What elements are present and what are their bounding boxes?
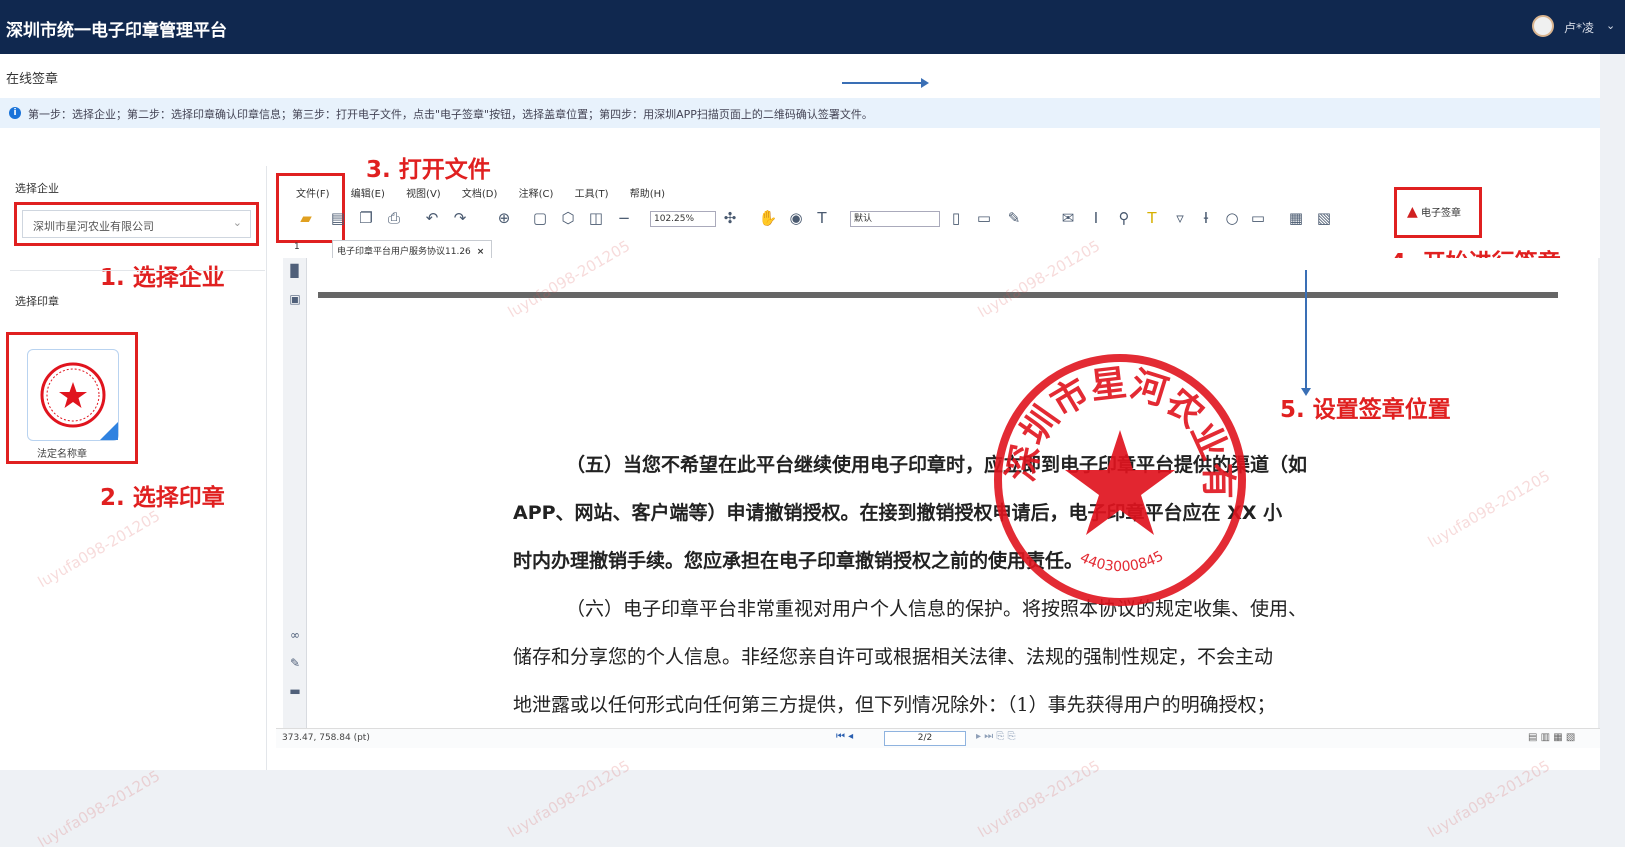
seal-name: 法定名称章 [37,449,87,460]
menu-comment[interactable]: 注释(C) [519,189,554,200]
top-header-bar: 深圳市统一电子印章管理平台 卢*凌 ⌄ [0,0,1625,54]
sign-form-icon[interactable]: ▧ [1314,208,1334,228]
sidebar-divider [10,270,265,271]
copy-icon[interactable]: ❐ [356,208,376,228]
page-right-margin [1600,54,1625,847]
zoom-input[interactable]: 102.25% [650,211,716,227]
step1-annotation: 1. 选择企业 [100,265,225,291]
svg-text:4403000845: 4403000845 [1077,548,1166,575]
seal-card[interactable] [27,349,119,441]
page-top-rule [318,292,1558,298]
doc-line-6: 地泄露或以任何形式向任何第三方提供，但下列情况除外：（1）事先获得用户的明确授权… [513,694,1276,716]
seal-select-highlight: 法定名称章 [6,332,138,464]
ellipse-icon[interactable]: ○ [1222,208,1242,228]
rectangle-icon[interactable]: ▭ [1248,208,1268,228]
company-select-value: 深圳市星河农业有限公司 [33,220,154,233]
menu-document[interactable]: 文档(D) [462,189,498,200]
next-last-page-icons[interactable]: ▸ ⏭ ⎘ ⎘ [976,731,1016,742]
company-stamp[interactable]: 深圳市星河农业有限公司 4403000845 [972,317,1250,614]
snapshot-icon[interactable]: ◉ [786,208,806,228]
cursor-coordinates: 373.47, 758.84 (pt) [282,733,370,743]
actual-size-icon[interactable]: ◫ [586,208,606,228]
zoom-in-icon[interactable]: ⊕ [494,208,514,228]
tab-number: 1 [294,242,300,252]
view-mode-icons[interactable]: ▤ ▥ ▦ ▧ [1528,732,1575,743]
document-tab[interactable]: 电子印章平台用户服务协议11.26 × [332,240,492,258]
stamp-tool-icon[interactable]: ✎ [1004,208,1024,228]
comment-icon[interactable]: ✉ [1058,208,1078,228]
chevron-down-icon[interactable]: ⌄ [233,216,242,229]
menu-file[interactable]: 文件(F) [296,189,330,200]
chevron-down-icon[interactable]: ⌄ [1606,19,1615,32]
doc-line-2: APP、网站、客户端等）申请撤销授权。在接到撤销授权申请后，电子印章平台应在 X… [513,502,1283,524]
underline-icon[interactable]: ▿ [1170,208,1190,228]
side-panel-strip: ▉ ▣ ∞ ✎ ▬ [283,258,307,728]
select-text-icon[interactable]: T [812,208,832,228]
step5-annotation: 5. 设置签章位置 [1280,397,1451,423]
zoom-out-icon[interactable]: − [614,208,634,228]
document-page[interactable]: （五）当您不希望在此平台继续使用电子印章时，应立即到电子印章平台提供的渠道（如 … [308,258,1598,728]
strikeout-icon[interactable]: Ɨ [1196,208,1216,228]
comments-panel-icon[interactable]: ▬ [288,684,302,698]
page-number-input[interactable]: 2/2 [884,731,966,746]
first-prev-page-icons[interactable]: ⏮ ◂ [836,731,853,742]
seal-icon [40,362,106,428]
selected-corner-icon [100,422,118,440]
document-tab-label: 电子印章平台用户服务协议11.26 [337,247,471,257]
link-tool-icon[interactable]: ⚲ [1114,208,1134,228]
info-icon: i [9,107,21,119]
arrow-down-icon [1301,270,1311,396]
rotate-right-icon[interactable]: ↷ [450,208,470,228]
bookmark-icon[interactable]: ▉ [288,264,302,278]
sign-button-highlight: ▲ 电子签章 [1394,187,1482,238]
electronic-sign-button[interactable]: ▲ 电子签章 [1407,204,1461,220]
fit-page-icon[interactable]: ▢ [530,208,550,228]
notice-text: 第一步：选择企业；第二步：选择印章确认印章信息；第三步：打开电子文件，点击"电子… [28,108,873,121]
page-layout-icon[interactable]: ▭ [974,208,994,228]
pin-icon[interactable]: ✎ [288,656,302,670]
step3-annotation: 3. 打开文件 [366,157,491,183]
print-icon[interactable]: ⎙ [384,208,404,228]
menu-tools[interactable]: 工具(T) [575,189,609,200]
page-icon[interactable]: ▯ [946,208,966,228]
form-icon[interactable]: ▦ [1286,208,1306,228]
company-select-highlight: 深圳市星河农业有限公司 ⌄ [14,202,259,246]
electronic-sign-label: 电子签章 [1420,208,1461,219]
fit-width-icon[interactable]: ⬡ [558,208,578,228]
seal-label: 选择印章 [15,295,59,308]
hand-tool-icon[interactable]: ✋ [758,208,778,228]
menu-help[interactable]: 帮助(H) [630,189,665,200]
viewer-menubar: 文件(F) 编辑(E) 视图(V) 文档(D) 注释(C) 工具(T) 帮助(H… [296,185,683,201]
arrow-right-icon [842,78,929,88]
watermark: luyufa098-201205 [34,506,164,592]
doc-line-5: 储存和分享您的个人信息。非经您亲自许可或根据相关法律、法规的强制性规定，不会主动 [513,646,1274,668]
stamp-seal-icon: 深圳市星河农业有限公司 4403000845 [972,317,1246,606]
thumbnails-icon[interactable]: ▣ [288,292,302,306]
menu-edit[interactable]: 编辑(E) [351,189,385,200]
save-icon[interactable]: ▤ [328,208,348,228]
step2-annotation: 2. 选择印章 [100,485,225,511]
stamp-code: 4403000845 [1077,548,1166,575]
user-avatar[interactable] [1532,15,1554,37]
text-box-icon[interactable]: I [1086,208,1106,228]
page-footer-area [0,770,1600,847]
viewer-statusbar: 373.47, 758.84 (pt) ⏮ ◂ 2/2 ▸ ⏭ ⎘ ⎘ ▤ ▥ … [276,728,1616,748]
company-label: 选择企业 [15,182,59,195]
doc-line-3: 时内办理撤销手续。您应承担在电子印章撤销授权之前的使用责任。 [513,550,1084,572]
company-select[interactable]: 深圳市星河农业有限公司 ⌄ [22,210,251,238]
menu-view[interactable]: 视图(V) [406,189,441,200]
rotate-left-icon[interactable]: ↶ [422,208,442,228]
user-stamp-icon: ▲ [1407,204,1418,220]
open-folder-icon[interactable]: ▰ [296,208,316,228]
panel-divider [266,166,267,770]
move-icon[interactable]: ✣ [720,208,740,228]
page-title: 在线签章 [6,72,59,87]
attachment-icon[interactable]: ∞ [288,628,302,642]
mode-select[interactable]: 默认 [850,211,940,227]
user-name[interactable]: 卢*凌 [1564,19,1594,36]
app-title: 深圳市统一电子印章管理平台 [6,21,227,41]
highlight-icon[interactable]: T [1142,208,1162,228]
close-icon[interactable]: × [477,247,485,257]
instruction-notice: i 第一步：选择企业；第二步：选择印章确认印章信息；第三步：打开电子文件，点击"… [0,98,1600,128]
